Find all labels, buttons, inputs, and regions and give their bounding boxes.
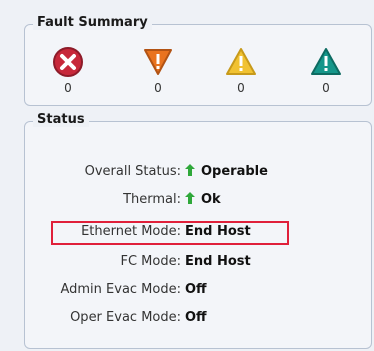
admin-evac-mode-row: Admin Evac Mode: Off bbox=[25, 281, 371, 301]
fc-mode-row: FC Mode: End Host bbox=[25, 253, 371, 273]
warning-faults[interactable]: 0 bbox=[306, 45, 346, 95]
minor-faults[interactable]: 0 bbox=[221, 45, 261, 95]
minor-fault-count: 0 bbox=[237, 81, 245, 95]
green-up-arrow-icon bbox=[185, 164, 195, 176]
ethernet-mode-value: End Host bbox=[185, 224, 251, 239]
ethernet-mode-label: Ethernet Mode: bbox=[81, 224, 181, 239]
overall-status-label: Overall Status: bbox=[84, 164, 181, 179]
warning-fault-count: 0 bbox=[322, 81, 330, 95]
oper-evac-mode-row: Oper Evac Mode: Off bbox=[25, 309, 371, 329]
status-panel: Status Overall Status: Operable Thermal:… bbox=[24, 112, 372, 349]
oper-evac-mode-value: Off bbox=[185, 310, 207, 325]
critical-faults[interactable]: 0 bbox=[48, 45, 88, 95]
oper-evac-mode-label: Oper Evac Mode: bbox=[70, 310, 181, 325]
minor-warning-triangle-icon bbox=[226, 48, 256, 75]
admin-evac-mode-value: Off bbox=[185, 282, 207, 297]
critical-x-icon bbox=[53, 47, 83, 77]
fc-mode-value: End Host bbox=[185, 254, 251, 269]
major-faults[interactable]: 0 bbox=[138, 45, 178, 95]
ethernet-mode-row: Ethernet Mode: End Host bbox=[25, 223, 371, 243]
major-fault-count: 0 bbox=[154, 81, 162, 95]
major-down-triangle-icon bbox=[144, 49, 172, 75]
admin-evac-mode-label: Admin Evac Mode: bbox=[60, 282, 181, 297]
thermal-label: Thermal: bbox=[123, 192, 181, 207]
fault-summary-panel: Fault Summary 0 0 0 0 bbox=[24, 15, 372, 106]
green-up-arrow-icon bbox=[185, 192, 195, 204]
warning-triangle-icon bbox=[311, 48, 341, 75]
overall-status-row: Overall Status: Operable bbox=[25, 163, 371, 183]
overall-status-value: Operable bbox=[201, 164, 268, 179]
fault-summary-title: Fault Summary bbox=[33, 15, 152, 30]
thermal-row: Thermal: Ok bbox=[25, 191, 371, 211]
fc-mode-label: FC Mode: bbox=[120, 254, 182, 269]
status-title: Status bbox=[33, 112, 89, 127]
critical-fault-count: 0 bbox=[64, 81, 72, 95]
thermal-value: Ok bbox=[201, 192, 221, 207]
